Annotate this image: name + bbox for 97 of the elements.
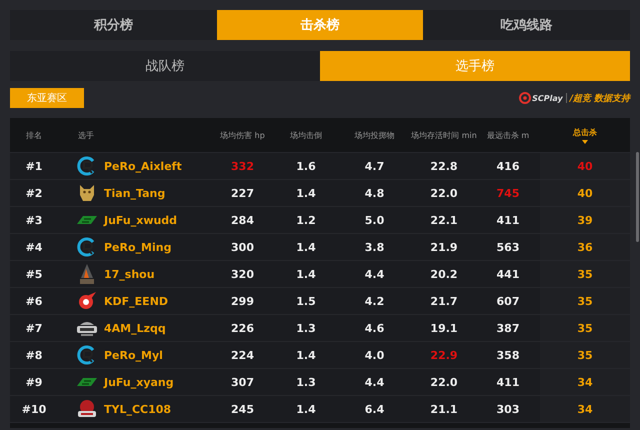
- stat-cell: 21.1: [430, 402, 458, 416]
- rank-cell: #7: [26, 322, 42, 334]
- stat-cell: 4.0: [364, 348, 384, 362]
- stat-cell: 4.4: [364, 376, 384, 388]
- stat-cell: 1.3: [296, 376, 316, 388]
- stat-cell: 4.4: [364, 268, 384, 280]
- stat-cell: 416: [496, 160, 520, 172]
- stat-cell: 224: [231, 348, 254, 362]
- scrollbar-thumb[interactable]: [636, 152, 639, 242]
- sponsor-logo: /超竞: [570, 92, 591, 104]
- stat-cell: 358: [496, 348, 520, 362]
- stat-cell: 4.7: [364, 160, 384, 172]
- column-header[interactable]: 排名: [26, 130, 42, 140]
- stat-cell: 303: [496, 402, 520, 416]
- stat-cell: 320: [231, 268, 254, 280]
- player-name[interactable]: Tian_Tang: [104, 186, 166, 200]
- stat-cell: 22.8: [430, 160, 458, 172]
- sponsor-logo: SCPlay: [519, 92, 563, 104]
- stat-cell: 1.4: [296, 186, 316, 200]
- stat-cell: 36: [577, 240, 593, 254]
- stat-cell: 35: [577, 348, 593, 362]
- rank-cell: #5: [26, 268, 42, 280]
- stat-cell: 40: [577, 186, 593, 200]
- stat-cell: 4.8: [364, 186, 384, 200]
- stat-cell: 21.9: [430, 240, 458, 254]
- stat-cell: 245: [231, 402, 254, 416]
- sort-caret-icon: [582, 140, 588, 144]
- stat-cell: 6.4: [364, 402, 384, 416]
- player-name[interactable]: 17_shou: [104, 268, 155, 280]
- stat-cell: 563: [496, 240, 520, 254]
- player-name[interactable]: PeRo_Myl: [104, 348, 163, 362]
- stat-cell: 1.3: [296, 322, 316, 334]
- stat-cell: 21.7: [430, 294, 458, 308]
- team-logo-icon: [78, 183, 96, 203]
- stat-cell: 411: [496, 376, 520, 388]
- stat-cell: 299: [231, 294, 254, 308]
- stat-cell: 607: [496, 294, 520, 308]
- column-header[interactable]: 总击杀: [573, 126, 597, 138]
- stat-cell: 3.8: [364, 240, 384, 254]
- stat-cell: 1.4: [296, 402, 316, 416]
- stat-cell: 22.0: [430, 186, 458, 200]
- stat-cell: 332: [231, 160, 254, 172]
- stat-cell: 39: [577, 214, 593, 226]
- team-logo-icon: [76, 319, 98, 337]
- team-logo-icon: [78, 263, 96, 285]
- stat-cell: 227: [231, 186, 254, 200]
- stat-cell: 20.2: [430, 268, 458, 280]
- stat-cell: 4.2: [364, 294, 384, 308]
- stat-cell: 19.1: [430, 322, 458, 334]
- team-logo-icon: [76, 215, 98, 225]
- rank-cell: #3: [26, 214, 42, 226]
- rank-cell: #1: [26, 160, 42, 172]
- stat-cell: 411: [496, 214, 520, 226]
- rank-cell: #10: [22, 402, 46, 416]
- rank-cell: #4: [26, 240, 42, 254]
- stat-cell: 22.9: [430, 348, 458, 362]
- rank-cell: #8: [26, 348, 42, 362]
- stat-cell: 441: [496, 268, 520, 280]
- stat-cell: 34: [577, 402, 593, 416]
- column-header[interactable]: 场均投掷物: [354, 130, 394, 140]
- stat-cell: 1.4: [296, 240, 316, 254]
- rank-cell: #2: [26, 186, 42, 200]
- stat-cell: 387: [496, 322, 520, 334]
- rank-cell: #9: [26, 376, 42, 388]
- stat-cell: 284: [231, 214, 254, 226]
- stat-cell: 35: [577, 322, 593, 334]
- stat-cell: 1.2: [296, 214, 316, 226]
- stat-cell: 34: [577, 376, 593, 388]
- column-header[interactable]: 场均击倒: [290, 130, 322, 140]
- stat-cell: 1.5: [296, 294, 316, 308]
- stat-cell: 35: [577, 294, 593, 308]
- rank-cell: #6: [26, 294, 42, 308]
- stat-cell: 35: [577, 268, 593, 280]
- column-header[interactable]: 场均存活时间 min: [411, 130, 477, 140]
- stat-cell: 1.4: [296, 348, 316, 362]
- column-header[interactable]: 最远击杀 m: [486, 130, 530, 140]
- team-logo-icon: [77, 291, 97, 311]
- stat-cell: 5.0: [364, 214, 384, 226]
- stat-cell: 1.4: [296, 268, 316, 280]
- team-logo-icon: [76, 399, 98, 419]
- team-logo-icon: [77, 345, 97, 365]
- stat-cell: 307: [231, 376, 254, 388]
- stat-cell: 1.6: [296, 160, 316, 172]
- team-logo-icon: [77, 156, 97, 176]
- stat-cell: 22.1: [430, 214, 458, 226]
- stat-cell: 40: [577, 160, 593, 172]
- column-header[interactable]: 场均伤害 hp: [220, 130, 265, 140]
- stat-cell: 300: [231, 240, 254, 254]
- player-name[interactable]: 4AM_Lzqq: [104, 322, 166, 334]
- column-header[interactable]: 选手: [78, 130, 94, 140]
- stat-cell: 22.0: [430, 376, 458, 388]
- sponsor-label: 数据支持: [594, 92, 630, 104]
- team-logo-icon: [77, 237, 97, 257]
- team-logo-icon: [76, 377, 98, 387]
- stat-cell: 745: [496, 186, 520, 200]
- stat-cell: 226: [231, 322, 254, 334]
- stat-cell: 4.6: [364, 322, 384, 334]
